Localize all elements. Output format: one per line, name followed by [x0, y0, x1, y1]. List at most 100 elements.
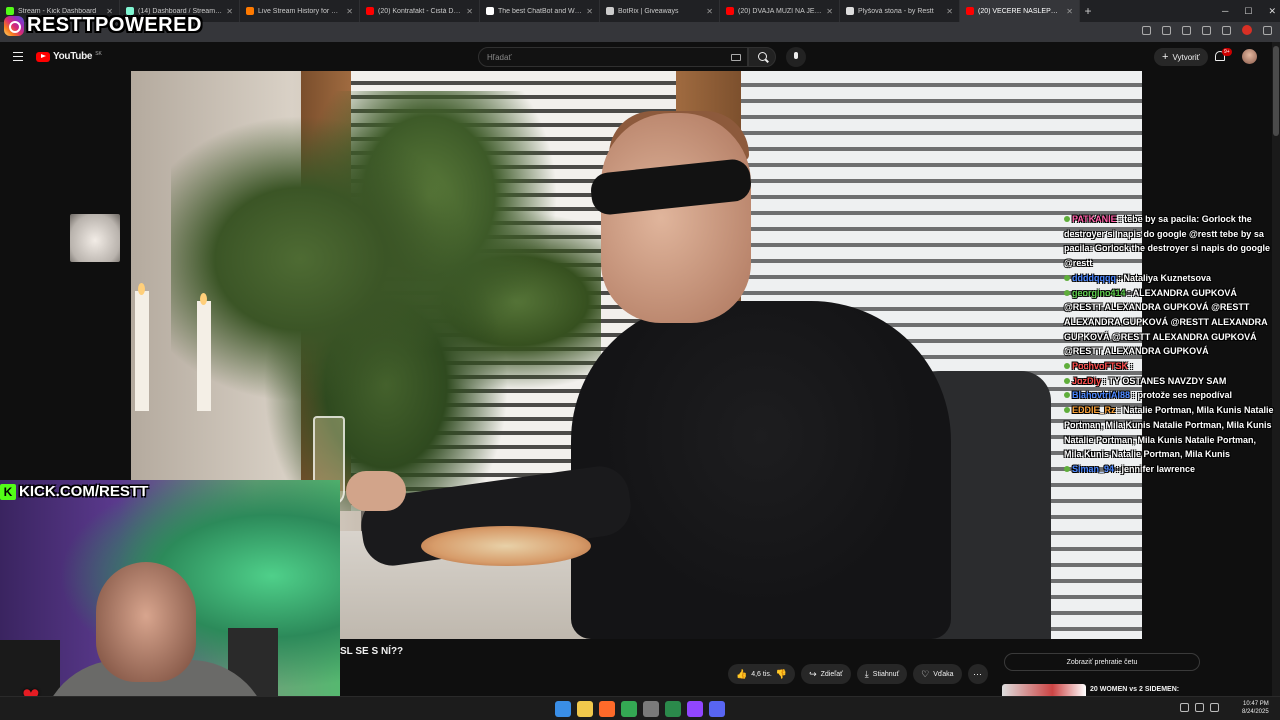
chat-username: Siman_94	[1072, 463, 1115, 474]
account-avatar[interactable]	[1242, 49, 1257, 64]
taskbar-app-icon[interactable]	[555, 701, 571, 717]
chat-text: : Nataliya Kuznetsova	[1117, 272, 1212, 283]
profile-icon[interactable]	[1242, 25, 1252, 35]
minimize-icon[interactable]: ─	[1222, 6, 1228, 16]
tab-favicon-icon	[246, 7, 254, 15]
tab-title: BotRix | Giveaways	[618, 7, 679, 15]
download-icon: ⤓	[864, 668, 869, 679]
sidebar-icon[interactable]	[1222, 25, 1231, 35]
tab-close-icon[interactable]: ✕	[946, 7, 953, 16]
more-actions-button[interactable]: ⋯	[967, 664, 988, 684]
tab-close-icon[interactable]: ✕	[586, 7, 593, 16]
close-icon[interactable]: ✕	[1268, 6, 1276, 17]
logo-text: RESTTPOWERED	[27, 14, 202, 36]
taskbar-app-icon[interactable]	[643, 701, 659, 717]
video-actions: 👍 4,6 tis. 👎 ↪ Zdieľať ⤓ Stiahnuť ♡ Vďak…	[728, 664, 988, 684]
taskbar-app-icon[interactable]	[621, 701, 637, 717]
video-scene-head	[601, 113, 751, 323]
like-button[interactable]: 👍 4,6 tis. 👎	[728, 664, 796, 684]
search-button[interactable]	[748, 47, 776, 67]
thanks-label: Vďaka	[933, 670, 954, 678]
extension-icon[interactable]	[1182, 25, 1191, 35]
extensions-puzzle-icon[interactable]	[1202, 25, 1211, 35]
chat-message: BlahovtriAI88: protože ses nepodíval	[1064, 388, 1274, 403]
more-icon: ⋯	[973, 668, 982, 679]
taskbar-app-icon[interactable]	[599, 701, 615, 717]
kick-url-text: KICK.COM/RESTT	[19, 483, 149, 500]
tab-close-icon[interactable]: ✕	[826, 7, 833, 16]
taskbar-app-icon[interactable]	[687, 701, 703, 717]
video-scene-plant	[171, 91, 601, 511]
chat-message: PATKANIE: tebe by sa pacila: Gorlock the…	[1064, 212, 1274, 271]
browser-tab[interactable]: (20) Kontrafakt - Čistá Duša pr ✕	[360, 0, 480, 22]
tab-title: (20) Kontrafakt - Čistá Duša pr	[378, 7, 462, 15]
share-label: Zdieľať	[820, 670, 843, 678]
chat-message: PochvoFTSK:	[1064, 359, 1274, 374]
taskbar-apps	[555, 701, 725, 717]
tab-close-icon[interactable]: ✕	[226, 7, 233, 16]
thumbs-up-icon: 👍	[736, 668, 748, 679]
tab-favicon-icon	[966, 7, 974, 15]
chat-text: : protože ses nepodíval	[1132, 390, 1233, 401]
tab-favicon-icon	[726, 7, 734, 15]
wifi-icon[interactable]	[1195, 703, 1204, 712]
hamburger-menu-icon[interactable]	[13, 52, 23, 61]
browser-tab[interactable]: (20) DVAJA MUŽI NA JEDNOM ✕	[720, 0, 840, 22]
windows-taskbar: 10:47 PM 8/24/2025	[0, 696, 1280, 720]
tray-chevron-icon[interactable]	[1180, 703, 1189, 712]
tab-favicon-icon	[606, 7, 614, 15]
video-scene-person	[571, 301, 951, 639]
share-button[interactable]: ↪ Zdieľať	[801, 664, 851, 684]
clock-date: 8/24/2025	[1242, 709, 1269, 715]
address-bar-icons	[1142, 25, 1272, 35]
video-scene-candle	[135, 291, 149, 411]
chat-badge-icon	[1064, 392, 1070, 399]
browser-tab[interactable]: BotRix | Giveaways ✕	[600, 0, 720, 22]
chat-text: :	[1130, 361, 1134, 372]
tab-close-icon[interactable]: ✕	[466, 7, 473, 16]
taskbar-app-icon[interactable]	[709, 701, 725, 717]
stream-logo-overlay: RESTTPOWERED	[4, 14, 202, 37]
thanks-button[interactable]: ♡ Vďaka	[913, 664, 962, 684]
bookmark-icon[interactable]	[1162, 25, 1171, 35]
tab-close-icon[interactable]: ✕	[1066, 7, 1073, 16]
chat-message: Siman_94: jennifer lawrence	[1064, 462, 1274, 477]
chat-replay-button[interactable]: Zobraziť prehratie četu	[1004, 653, 1200, 671]
volume-icon[interactable]	[1210, 703, 1219, 712]
keyboard-icon[interactable]	[731, 54, 741, 61]
video-scene-hand	[346, 471, 406, 511]
youtube-logo-text: YouTube	[53, 51, 93, 62]
chat-badge-icon	[1064, 274, 1070, 281]
tab-close-icon[interactable]: ✕	[346, 7, 353, 16]
chat-username: ddddqqqq	[1072, 272, 1116, 283]
create-button[interactable]: + Vytvoriť	[1154, 48, 1208, 66]
clock[interactable]: 10:47 PM 8/24/2025	[1242, 700, 1269, 716]
scrollbar-thumb[interactable]	[1273, 46, 1279, 136]
chat-username: PATKANIE	[1072, 214, 1117, 224]
browser-tab[interactable]: Plyšová stoлa - by Restt ✕	[840, 0, 960, 22]
taskbar-app-icon[interactable]	[577, 701, 593, 717]
country-code: SK	[95, 51, 102, 57]
search-input[interactable]: Hľadať	[478, 47, 748, 67]
chat-badge-icon	[1064, 216, 1070, 222]
cast-icon[interactable]	[1142, 25, 1151, 35]
browser-tab[interactable]: (20) VEČERE NASLEPO - ST ✕	[960, 0, 1080, 22]
download-button[interactable]: ⤓ Stiahnuť	[856, 664, 908, 684]
create-label: Vytvoriť	[1172, 52, 1200, 62]
new-tab-button[interactable]: +	[1080, 4, 1096, 18]
browser-menu-icon[interactable]	[1263, 25, 1272, 35]
taskbar-app-icon[interactable]	[665, 701, 681, 717]
video-scene-flame	[200, 293, 207, 305]
kick-logo-icon: K	[0, 483, 16, 500]
voice-search-button[interactable]	[786, 47, 806, 67]
maximize-icon[interactable]: ☐	[1244, 6, 1252, 17]
thumbs-down-icon[interactable]: 👎	[776, 669, 787, 680]
share-icon: ↪	[809, 668, 817, 679]
youtube-logo[interactable]: YouTube SK	[36, 51, 102, 62]
browser-tab[interactable]: Live Stream History for Blerp Si ✕	[240, 0, 360, 22]
chat-badge-icon	[1064, 363, 1070, 370]
browser-tab[interactable]: The best ChatBot and Widgets ✕	[480, 0, 600, 22]
youtube-play-icon	[36, 51, 50, 62]
tab-close-icon[interactable]: ✕	[706, 7, 713, 16]
chat-badge-icon	[1064, 465, 1070, 472]
